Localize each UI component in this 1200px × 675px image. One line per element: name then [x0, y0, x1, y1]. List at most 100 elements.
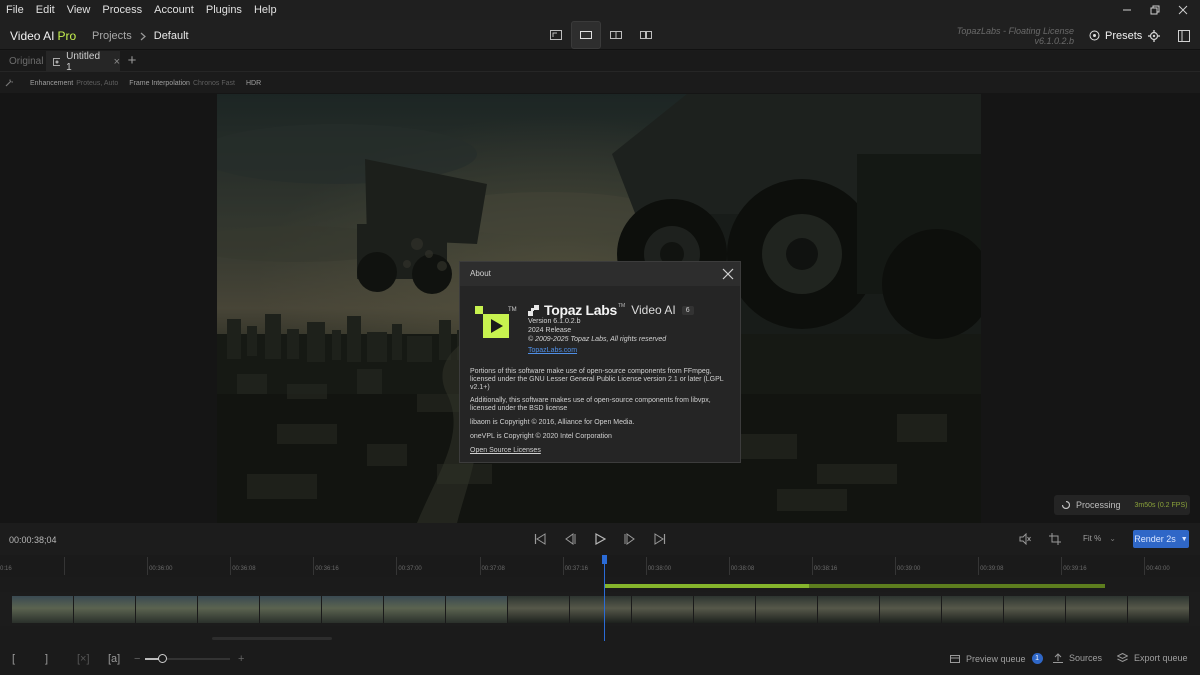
- view-fullframe-button[interactable]: [571, 21, 601, 49]
- bottom-bar: [ ] [×] [a] − + Preview queue 1 Sources …: [0, 643, 1200, 675]
- filmstrip-frame: [322, 596, 384, 623]
- crop-icon: [1049, 533, 1061, 545]
- preview-queue-label: Preview queue: [966, 653, 1026, 664]
- gear-icon: [1148, 29, 1160, 42]
- product-name: Video AI: [631, 303, 676, 317]
- ruler-label: 00:37:00: [398, 566, 422, 572]
- ruler-label: 00:38:00: [647, 566, 672, 572]
- sidebar-toggle-button[interactable]: [1173, 25, 1195, 46]
- menu-edit[interactable]: Edit: [30, 4, 61, 16]
- filmstrip[interactable]: [12, 596, 1200, 623]
- processing-status: Processing 3m50s (0.2 FPS): [1054, 495, 1190, 515]
- processing-label: Processing: [1076, 500, 1121, 510]
- filmstrip-frame: [570, 596, 632, 623]
- playback-controls: 00:00:38;04 Fit % ⌄ Render 2s ▼: [0, 523, 1200, 555]
- menu-file[interactable]: File: [0, 4, 30, 16]
- project-icon: [53, 57, 61, 66]
- ruler-label: 00:36:08: [232, 566, 256, 572]
- website-link[interactable]: TopazLabs.com: [528, 347, 577, 354]
- minimize-icon[interactable]: [1112, 0, 1142, 20]
- hdr-label: HDR: [245, 79, 262, 87]
- sources-button[interactable]: Sources: [1053, 653, 1102, 663]
- libaom-notice: libaom is Copyright © 2016, Alliance for…: [470, 419, 635, 426]
- ruler-tick: [396, 557, 398, 575]
- ruler-tick: [811, 557, 813, 575]
- filmstrip-frame: [198, 596, 260, 623]
- zoom-out-icon[interactable]: −: [134, 653, 140, 665]
- close-window-icon[interactable]: [1168, 0, 1198, 20]
- view-side-by-side-icon: [640, 31, 652, 39]
- settings-button[interactable]: [1143, 25, 1165, 46]
- close-icon[interactable]: [721, 267, 735, 281]
- mute-button[interactable]: [1018, 531, 1032, 547]
- filmstrip-frame: [1004, 596, 1066, 623]
- major-version-badge: 6: [681, 305, 694, 315]
- timecode: 00:00:38;04: [9, 535, 57, 545]
- timeline-scrollbar[interactable]: [212, 637, 332, 640]
- app-header: Video AI Pro Projects Default TopazLabs -…: [0, 20, 1200, 50]
- ruler-label: 00:39:00: [897, 566, 921, 572]
- model-info-bar: Enhancement Proteus, Auto Frame Interpol…: [0, 73, 1200, 93]
- clear-marks-icon[interactable]: [×]: [77, 653, 90, 665]
- menu-plugins[interactable]: Plugins: [200, 4, 248, 16]
- menu-help[interactable]: Help: [248, 4, 283, 16]
- enhancement-label: Enhancement: [30, 79, 74, 87]
- crop-button[interactable]: [1048, 531, 1062, 547]
- render-button[interactable]: Render 2s ▼: [1133, 530, 1189, 548]
- chevron-down-icon: ⌄: [1109, 534, 1116, 543]
- filmstrip-frame: [694, 596, 756, 623]
- playhead[interactable]: [604, 555, 605, 641]
- tab-original[interactable]: Original: [0, 51, 46, 72]
- skip-to-end-button[interactable]: [651, 531, 669, 547]
- brand-tier: Pro: [57, 29, 77, 43]
- fit-label: Fit %: [1083, 534, 1102, 543]
- view-single-button[interactable]: [541, 21, 571, 49]
- tab-untitled[interactable]: Untitled 1 ×: [46, 51, 120, 73]
- view-single-icon: [550, 30, 562, 40]
- next-frame-button[interactable]: [621, 531, 639, 547]
- copyright-text: © 2009-2025 Topaz Labs, All rights reser…: [528, 336, 667, 343]
- prev-frame-button[interactable]: [561, 531, 579, 547]
- close-tab-icon[interactable]: ×: [114, 56, 120, 68]
- ruler-label: 00:37:08: [481, 566, 505, 572]
- mark-in-icon[interactable]: [: [12, 653, 15, 665]
- view-mode-group: [541, 21, 661, 49]
- mark-out-icon[interactable]: ]: [45, 653, 48, 665]
- ruler-tick: [1061, 557, 1063, 575]
- ruler-tick: [230, 557, 232, 575]
- play-button[interactable]: [591, 531, 609, 547]
- view-side-by-side-button[interactable]: [631, 21, 661, 49]
- add-tab-icon[interactable]: +: [124, 53, 140, 69]
- breadcrumb-projects[interactable]: Projects: [92, 30, 132, 42]
- open-source-licenses-link[interactable]: Open Source Licenses: [470, 447, 541, 455]
- restore-icon[interactable]: [1140, 0, 1170, 20]
- tab-bar: Original Untitled 1 × +: [0, 51, 1200, 73]
- zoom-fit-select[interactable]: Fit % ⌄: [1083, 534, 1116, 543]
- presets-label: Presets: [1105, 29, 1143, 42]
- tab-original-label: Original: [9, 56, 44, 67]
- menu-account[interactable]: Account: [148, 4, 200, 16]
- filmstrip-frame: [260, 596, 322, 623]
- ruler-tick: [562, 557, 564, 575]
- skip-to-start-button[interactable]: [531, 531, 549, 547]
- ruler-label: 00:38:08: [730, 566, 755, 572]
- spinner-icon: [1062, 501, 1070, 509]
- zoom-in-icon[interactable]: +: [238, 653, 244, 665]
- timeline-ruler[interactable]: 0:16 00:36:00 00:36:08 00:36:16 00:37:00 00:3…: [0, 555, 1200, 577]
- breadcrumb-current[interactable]: Default: [154, 30, 189, 42]
- fit-timeline-icon[interactable]: [a]: [108, 653, 120, 665]
- view-split-icon: [610, 31, 622, 39]
- queue-count-badge: 1: [1031, 653, 1043, 664]
- export-queue-button[interactable]: Export queue: [1117, 653, 1188, 663]
- preview-queue-button[interactable]: Preview queue 1: [950, 653, 1043, 664]
- presets-button[interactable]: Presets: [1083, 25, 1148, 46]
- video-ai-logo-icon: TM: [475, 306, 517, 338]
- zoom-slider-handle[interactable]: [158, 654, 167, 663]
- filmstrip-frame: [1066, 596, 1128, 623]
- render-dropdown-icon[interactable]: ▼: [1181, 536, 1188, 543]
- menu-process[interactable]: Process: [96, 4, 148, 16]
- view-split-button[interactable]: [601, 21, 631, 49]
- playhead-handle[interactable]: [602, 555, 607, 564]
- company-name: Topaz Labs: [544, 302, 617, 318]
- menu-view[interactable]: View: [61, 4, 97, 16]
